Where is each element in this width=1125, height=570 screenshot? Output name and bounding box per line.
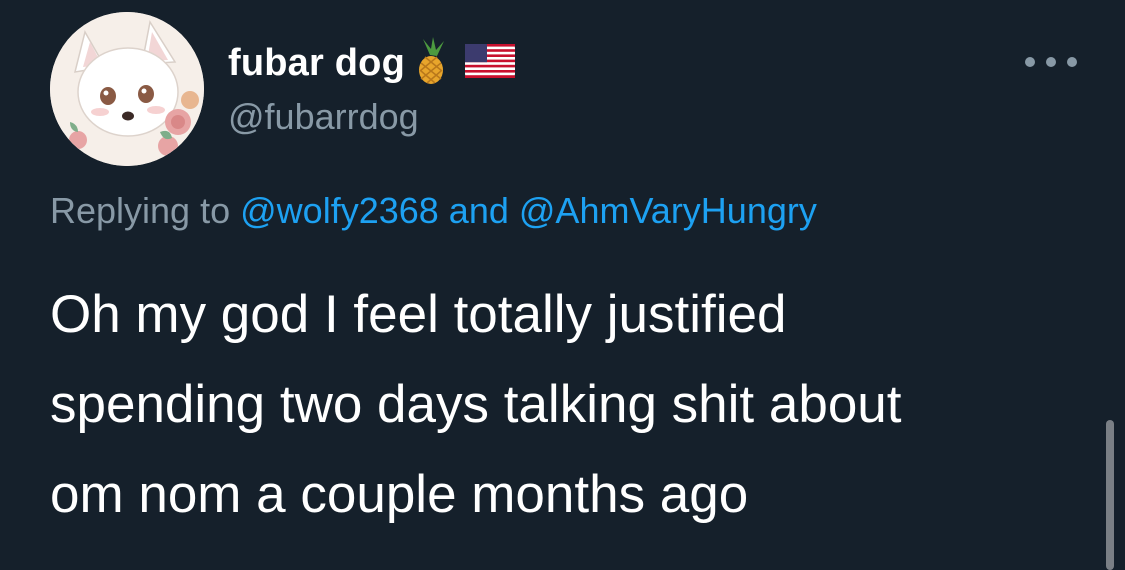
tweet-text: Oh my god I feel totally justified spend… (50, 270, 1090, 540)
display-name[interactable]: fubar dog (228, 42, 405, 85)
reply-prefix: Replying to (50, 190, 231, 231)
tweet-text-line: om nom a couple months ago (50, 465, 749, 524)
more-icon[interactable] (1025, 50, 1077, 74)
tweet-text-line: spending two days talking shit about (50, 375, 902, 434)
mention-wolfy2368[interactable]: @wolfy2368 (240, 190, 439, 231)
reply-conjunction[interactable]: and (449, 190, 509, 231)
display-name-row[interactable]: fubar dog (228, 36, 515, 90)
pineapple-emoji (411, 36, 451, 90)
user-handle[interactable]: @fubarrdog (228, 96, 419, 138)
avatar[interactable] (50, 12, 204, 166)
reply-context: Replying to @wolfy2368 and @AhmVaryHungr… (50, 190, 817, 232)
tweet-text-line: Oh my god I feel totally justified (50, 285, 787, 344)
us-flag-emoji (465, 43, 515, 83)
scrollbar[interactable] (1106, 420, 1114, 570)
mention-ahmvaryhungry[interactable]: @AhmVaryHungry (519, 190, 817, 231)
tweet: fubar dog @fubarrdog Replying to @wolfy2… (0, 0, 1125, 570)
